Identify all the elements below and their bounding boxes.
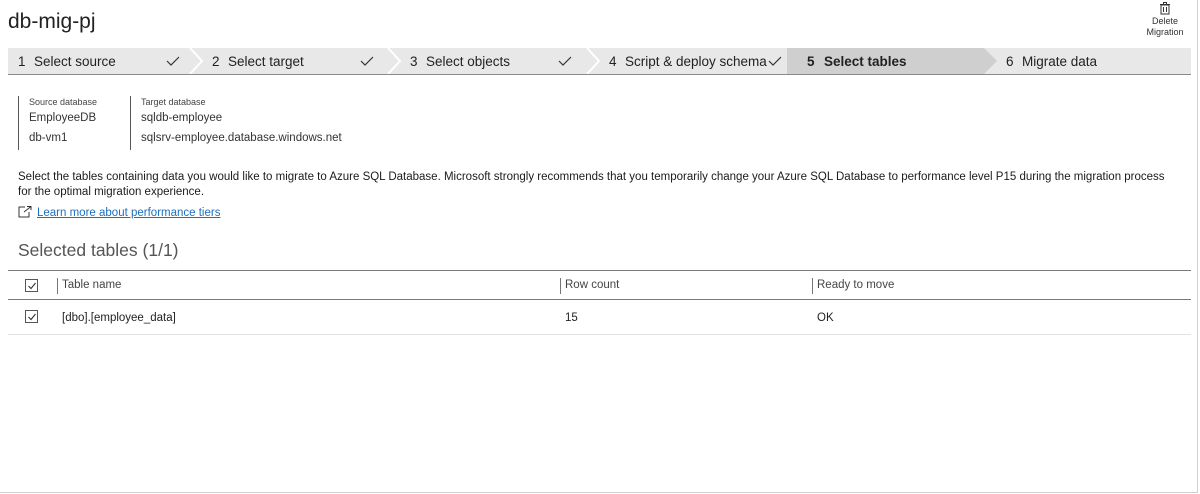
checkmark-icon: [166, 56, 180, 66]
checkmark-icon: [28, 282, 36, 290]
step-number: 6: [1006, 54, 1014, 69]
checkmark-icon: [360, 56, 374, 66]
step-label: Script & deploy schema: [625, 54, 767, 69]
learn-more-row: Learn more about performance tiers: [18, 206, 220, 219]
column-separator: [57, 278, 58, 294]
checkmark-icon: [768, 56, 782, 66]
external-link-icon: [18, 206, 32, 218]
delete-migration-button[interactable]: Delete Migration: [1140, 2, 1190, 38]
cell-table-name: [dbo].[employee_data]: [62, 312, 176, 324]
checkmark-icon: [558, 56, 572, 66]
step-label: Select source: [34, 54, 116, 69]
step-label: Select objects: [426, 54, 511, 69]
step-label: Select tables: [824, 54, 907, 69]
column-separator: [812, 278, 813, 294]
step-separator-icon: [189, 48, 203, 74]
step-migrate-data[interactable]: 6 Migrate data: [996, 48, 1191, 74]
selected-tables-heading: Selected tables (1/1): [18, 240, 179, 260]
target-database-name: sqldb-employee: [141, 112, 223, 124]
step-number: 3: [410, 54, 418, 69]
page-title: db-mig-pj: [8, 10, 96, 33]
source-database-name: EmployeeDB: [29, 112, 97, 124]
description-text: Select the tables containing data you wo…: [18, 171, 1165, 198]
cell-ready-to-move: OK: [817, 312, 834, 324]
source-database-info: Source database EmployeeDB db-vm1: [18, 96, 97, 150]
tables-grid: Table name Row count Ready to move [dbo]…: [8, 270, 1191, 335]
step-select-tables[interactable]: 5 Select tables: [787, 48, 984, 74]
column-header-table-name[interactable]: Table name: [62, 279, 121, 291]
step-number: 4: [609, 54, 617, 69]
step-select-objects[interactable]: 3 Select objects: [400, 48, 590, 74]
source-server-name: db-vm1: [29, 132, 68, 144]
step-select-source[interactable]: 1 Select source: [8, 48, 206, 74]
target-server-name: sqlsrv-employee.database.windows.net: [141, 132, 342, 144]
checkmark-icon: [28, 313, 36, 321]
cell-row-count: 15: [565, 312, 578, 324]
delete-label-line2: Migration: [1146, 27, 1184, 37]
learn-more-link[interactable]: Learn more about performance tiers: [37, 207, 220, 219]
select-all-checkbox[interactable]: [25, 279, 38, 292]
step-separator-icon: [387, 48, 401, 74]
step-number: 5: [807, 54, 815, 69]
target-database-info: Target database sqldb-employee sqlsrv-em…: [130, 96, 342, 150]
step-number: 1: [18, 54, 26, 69]
table-row[interactable]: [dbo].[employee_data] 15 OK: [8, 300, 1191, 335]
delete-label-line1: Delete: [1151, 16, 1178, 26]
step-number: 2: [212, 54, 220, 69]
column-header-ready-to-move[interactable]: Ready to move: [817, 279, 894, 291]
trash-icon: [1160, 2, 1170, 15]
target-database-caption: Target database: [141, 97, 206, 107]
step-label: Migrate data: [1022, 54, 1098, 69]
table-header-row: Table name Row count Ready to move: [8, 270, 1191, 300]
step-separator-icon: [586, 48, 600, 74]
source-database-caption: Source database: [29, 97, 98, 107]
step-label: Select target: [228, 54, 304, 69]
column-separator: [560, 278, 561, 294]
step-script-deploy-schema[interactable]: 4 Script & deploy schema: [599, 48, 787, 74]
step-select-target[interactable]: 2 Select target: [202, 48, 392, 74]
column-header-row-count[interactable]: Row count: [565, 279, 619, 291]
row-checkbox[interactable]: [25, 310, 38, 323]
wizard-steps: 1 Select source 2 Select target 3 Select…: [8, 48, 1191, 75]
